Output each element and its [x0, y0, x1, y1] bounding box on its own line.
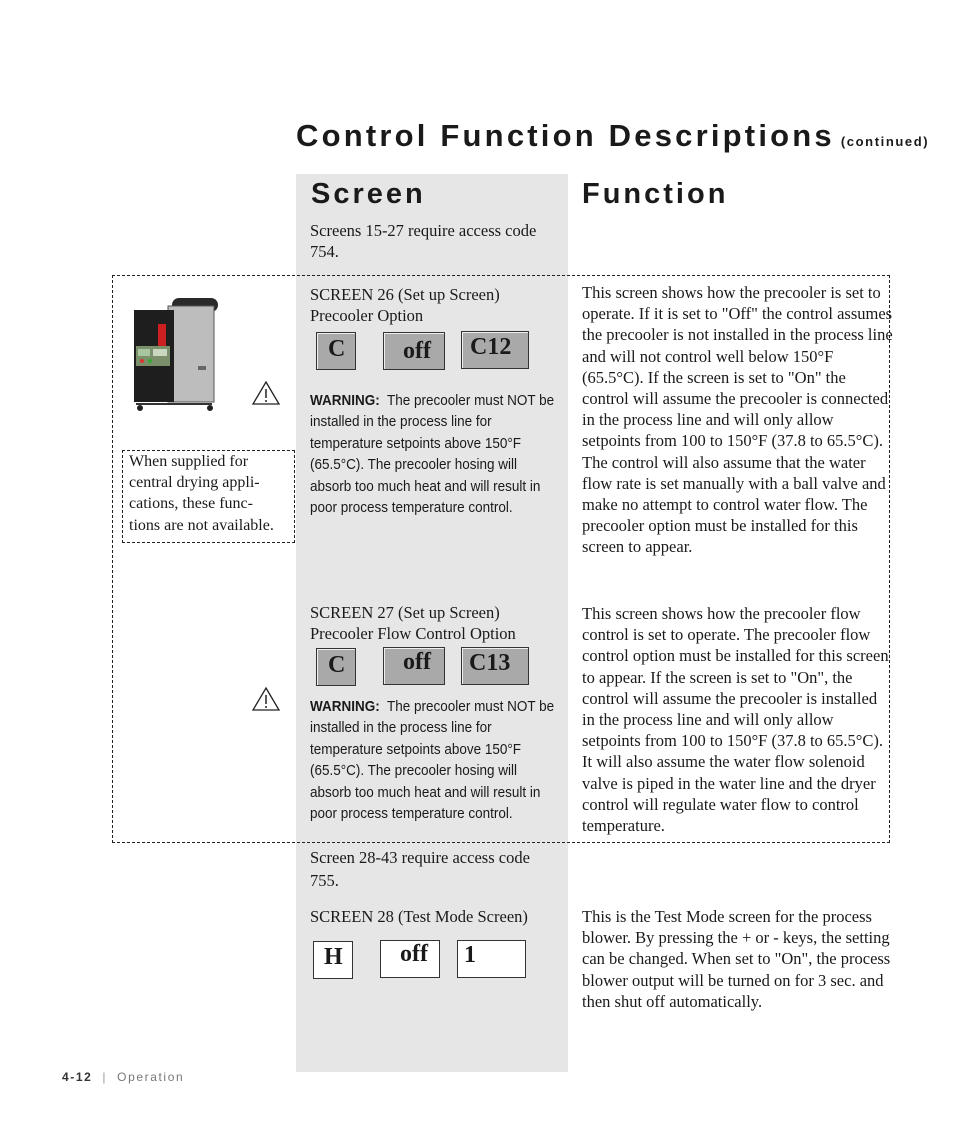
display-code-value: C13 — [469, 650, 511, 676]
display-value: off — [400, 941, 428, 967]
access-note-755: Screen 28-43 require access code 755. — [310, 848, 530, 890]
screen-27-heading: SCREEN 27 (Set up Screen) Precooler Flow… — [310, 602, 560, 644]
screen-28-title: SCREEN 28 (Test Mode Screen) — [310, 907, 528, 926]
display-value: off — [403, 649, 431, 675]
side-note-line: central drying appli- — [129, 474, 260, 492]
page-title: Control Function Descriptions (continued) — [296, 118, 929, 154]
screen-28-value-display: off — [380, 940, 440, 978]
access-note-754: Screens 15-27 require access code 754. — [310, 221, 537, 262]
screen-26-warning: WARNING: The precooler must NOT be insta… — [310, 390, 560, 518]
display-mode-value: C — [328, 336, 346, 362]
screen-column-header: Screen — [311, 178, 426, 210]
warning-triangle-icon — [251, 686, 281, 712]
screen-27-title: SCREEN 27 (Set up Screen) — [310, 603, 500, 622]
screen-27-code-display: C13 — [461, 647, 529, 685]
display-mode-value: H — [324, 944, 343, 970]
footer-section: Operation — [117, 1070, 185, 1084]
screen-26-function-text: This screen shows how the precooler is s… — [582, 283, 893, 557]
screen-26-title: SCREEN 26 (Set up Screen) — [310, 285, 500, 304]
side-note-text: When supplied for central drying appli- … — [129, 451, 299, 536]
screen-27-warning: WARNING: The precooler must NOT be insta… — [310, 696, 560, 824]
screen-26-heading: SCREEN 26 (Set up Screen) Precooler Opti… — [310, 284, 560, 326]
screen-27-subtitle: Precooler Flow Control Option — [310, 624, 516, 644]
page-number: 4-12 — [62, 1070, 93, 1084]
screen-28-mode-display: H — [313, 941, 353, 979]
side-note-line: cations, these func- — [129, 495, 253, 513]
dryer-machine-illustration — [128, 296, 220, 414]
screen-27-mode-display: C — [316, 648, 356, 686]
warning-label: WARNING: — [310, 392, 380, 409]
warning-text: The precooler must NOT be installed in t… — [310, 392, 555, 517]
page-title-suffix: (continued) — [840, 134, 930, 149]
screen-27-value-display: off — [383, 647, 445, 685]
display-value: off — [403, 338, 431, 364]
display-mode-value: C — [328, 652, 346, 678]
side-note-line: When supplied for — [129, 453, 249, 470]
page-footer: 4-12 | Operation — [62, 1070, 184, 1084]
warning-label: WARNING: — [310, 698, 380, 715]
screen-26-value-display: off — [383, 332, 445, 370]
display-code-value: 1 — [464, 942, 476, 968]
warning-text: The precooler must NOT be installed in t… — [310, 698, 555, 823]
screen-27-function-text: This screen shows how the precooler flow… — [582, 604, 889, 836]
screen-28-code-display: 1 — [457, 940, 526, 978]
screen-26-code-display: C12 — [461, 331, 529, 369]
side-note-line: tions are not available. — [129, 516, 274, 534]
function-column-header: Function — [582, 178, 729, 210]
screen-26-subtitle: Precooler Option — [310, 306, 424, 326]
warning-triangle-icon — [251, 380, 281, 406]
display-code-value: C12 — [470, 334, 512, 360]
screen-28-function-text: This is the Test Mode screen for the pro… — [582, 907, 891, 1011]
footer-separator: | — [102, 1070, 108, 1084]
screen-26-mode-display: C — [316, 332, 356, 370]
page-title-text: Control Function Descriptions — [296, 118, 835, 153]
screen-28-heading: SCREEN 28 (Test Mode Screen) — [310, 906, 560, 927]
